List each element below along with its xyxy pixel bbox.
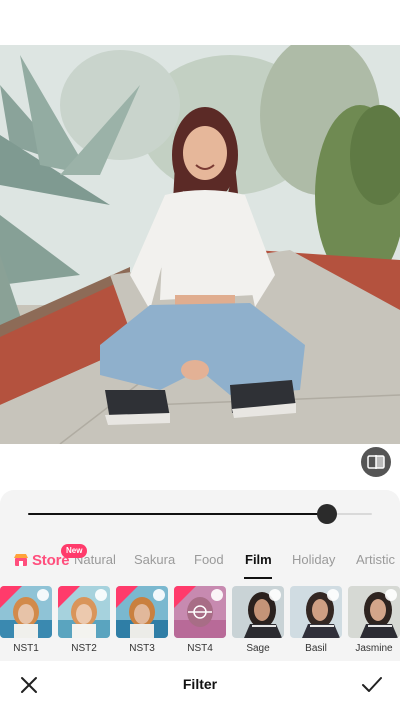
filter-label: NST3 <box>129 643 155 654</box>
preview-gap <box>0 444 400 490</box>
premium-icon <box>327 589 339 601</box>
compare-button[interactable] <box>361 447 391 477</box>
filter-nst1[interactable]: NST1 <box>0 586 52 654</box>
premium-icon <box>37 589 49 601</box>
store-icon <box>14 554 28 566</box>
filter-label: NST4 <box>187 643 213 654</box>
premium-icon <box>385 589 397 601</box>
slider-thumb[interactable] <box>317 504 338 524</box>
bottom-bar: Filter <box>0 661 400 711</box>
filter-nst4[interactable]: NST4 <box>174 586 226 654</box>
premium-icon <box>211 589 223 601</box>
panel-title: Filter <box>182 676 218 692</box>
filter-basil[interactable]: Basil <box>290 586 342 654</box>
filter-label: NST2 <box>71 643 97 654</box>
compare-icon <box>367 455 385 469</box>
new-corner-badge <box>0 586 22 608</box>
filter-nst2[interactable]: NST2 <box>58 586 110 654</box>
filter-label: Sage <box>246 643 270 654</box>
filter-thumbnail <box>290 586 342 638</box>
store-tab[interactable]: Store New <box>14 544 88 571</box>
premium-icon <box>153 589 165 601</box>
store-new-badge: New <box>61 544 88 558</box>
tab-food[interactable]: Food <box>194 552 224 567</box>
tab-artistic[interactable]: Artistic <box>356 552 395 567</box>
filter-jasmine[interactable]: Jasmine <box>348 586 400 654</box>
category-tabs: Natural Sakura Food Film Holiday Artisti… <box>0 541 400 579</box>
new-corner-badge <box>58 586 80 608</box>
photo-illustration <box>0 45 400 444</box>
tab-film[interactable]: Film <box>245 552 272 567</box>
filter-thumbnail <box>0 586 52 638</box>
photo-preview <box>0 45 400 444</box>
filter-label: Jasmine <box>355 643 393 654</box>
active-tab-indicator <box>244 577 272 579</box>
filter-nst3[interactable]: NST3 <box>116 586 168 654</box>
checkmark-icon <box>362 677 382 692</box>
premium-icon <box>269 589 281 601</box>
filter-thumbnail <box>232 586 284 638</box>
tab-sakura[interactable]: Sakura <box>134 552 175 567</box>
tab-holiday[interactable]: Holiday <box>292 552 335 567</box>
filter-thumbnail <box>58 586 110 638</box>
filter-thumbnail <box>348 586 400 638</box>
filter-label: NST1 <box>13 643 39 654</box>
new-corner-badge <box>116 586 138 608</box>
filter-thumbnail <box>174 586 226 638</box>
top-bar <box>0 0 400 45</box>
filter-label: Basil <box>305 643 327 654</box>
filter-list: NST1 NST2 NST3 NST4 Sage Basil Jasmine <box>0 586 400 656</box>
new-corner-badge <box>174 586 196 608</box>
premium-icon <box>95 589 107 601</box>
confirm-button[interactable] <box>360 673 384 697</box>
slider-fill <box>28 513 328 515</box>
intensity-slider[interactable] <box>28 504 372 524</box>
filter-thumbnail <box>116 586 168 638</box>
filter-sage[interactable]: Sage <box>232 586 284 654</box>
